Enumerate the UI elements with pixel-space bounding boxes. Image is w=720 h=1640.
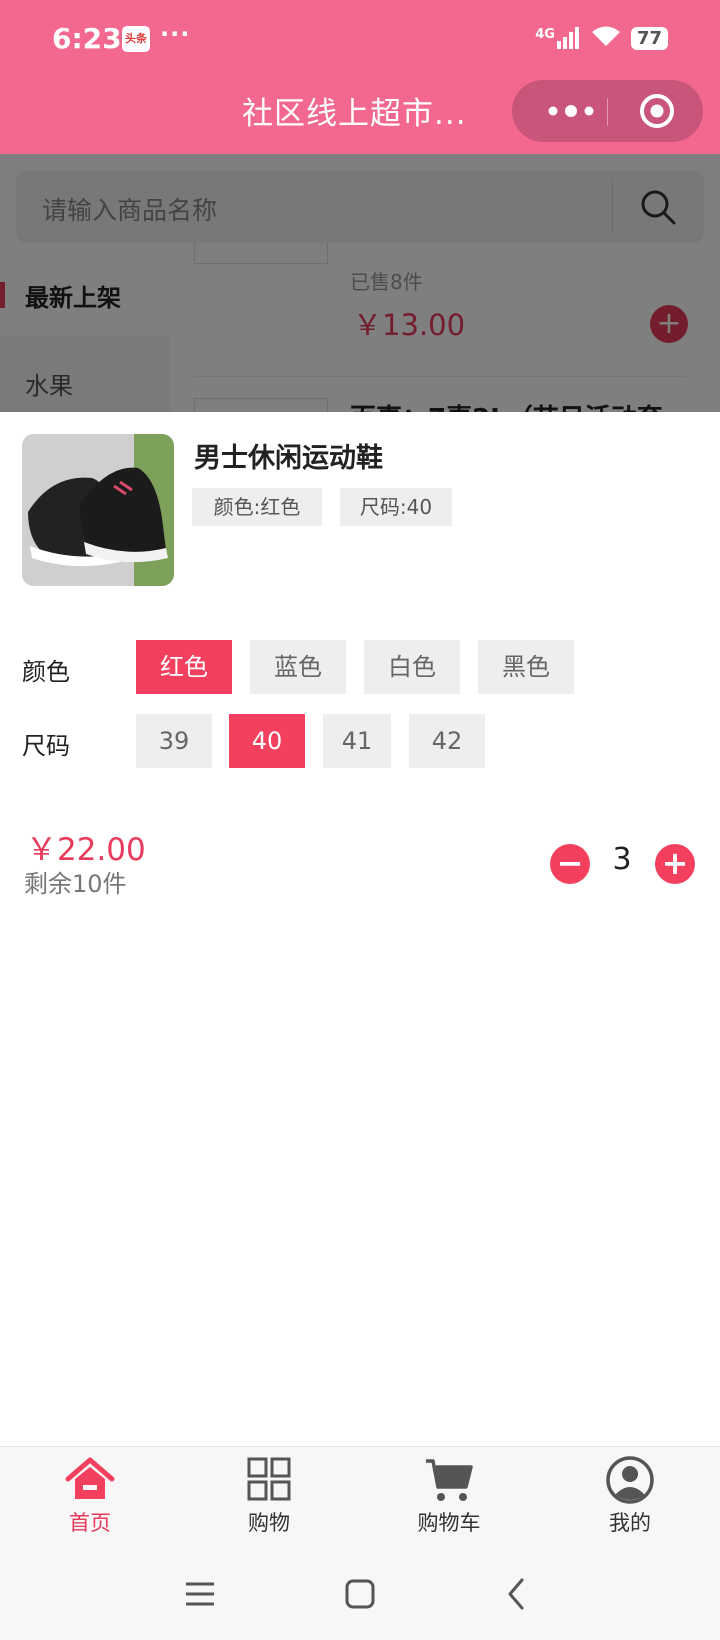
color-option-blue[interactable]: 蓝色	[250, 640, 346, 694]
user-icon	[605, 1455, 655, 1505]
top-bar: 6:23 头条 ··· 4G 77 社区线上超市...	[0, 0, 720, 154]
menu-icon[interactable]	[178, 1572, 222, 1616]
bottom-tab-bar: 首页 购物 购物车 我的	[0, 1446, 720, 1548]
tab-label: 购物车	[417, 1511, 481, 1535]
target-circle-icon[interactable]	[632, 80, 694, 142]
home-square-icon[interactable]	[338, 1572, 382, 1616]
home-icon	[65, 1455, 115, 1505]
capsule-divider	[607, 98, 608, 126]
tab-cart[interactable]: 购物车	[389, 1455, 509, 1537]
signal-icon: 4G	[535, 27, 581, 49]
color-option-red[interactable]: 红色	[136, 640, 232, 694]
stock-remaining: 剩余10件	[24, 870, 127, 898]
color-label: 颜色	[22, 658, 70, 686]
more-dots-icon[interactable]	[536, 80, 606, 142]
network-type: 4G	[535, 27, 555, 42]
grid-icon	[244, 1455, 294, 1505]
tab-mine[interactable]: 我的	[570, 1455, 690, 1537]
sku-price: ￥22.00	[26, 832, 146, 868]
mini-program-capsule	[512, 80, 703, 142]
status-indicators: 4G 77	[535, 24, 668, 52]
system-nav-bar	[0, 1548, 720, 1640]
color-option-white[interactable]: 白色	[364, 640, 460, 694]
tab-shopping[interactable]: 购物	[209, 1455, 329, 1537]
quantity-increase-button[interactable]: +	[655, 844, 695, 884]
modal-overlay[interactable]	[0, 154, 720, 412]
quantity-decrease-button[interactable]: −	[550, 844, 590, 884]
selected-color-chip: 颜色:红色	[192, 488, 322, 526]
size-option-42[interactable]: 42	[409, 714, 485, 768]
quantity-value[interactable]: 3	[596, 842, 648, 877]
tab-label: 我的	[609, 1511, 651, 1535]
size-option-39[interactable]: 39	[136, 714, 212, 768]
back-chevron-icon[interactable]	[496, 1572, 540, 1616]
status-time: 6:23	[52, 22, 122, 55]
page-title: 社区线上超市...	[242, 96, 467, 132]
size-option-40[interactable]: 40	[229, 714, 305, 768]
wifi-icon	[591, 24, 621, 52]
selected-size-chip: 尺码:40	[340, 488, 452, 526]
size-label: 尺码	[22, 732, 70, 760]
product-thumbnail	[22, 434, 174, 586]
size-option-41[interactable]: 41	[323, 714, 391, 768]
color-option-black[interactable]: 黑色	[478, 640, 574, 694]
sku-selector-sheet: 男士休闲运动鞋 颜色:红色 尺码:40 颜色 红色 蓝色 白色 黑色 尺码 39…	[0, 412, 720, 1446]
battery-icon: 77	[630, 26, 668, 50]
tab-label: 首页	[69, 1511, 111, 1535]
status-more-dots: ···	[160, 20, 191, 48]
toutiao-app-icon: 头条	[122, 26, 150, 52]
tab-home[interactable]: 首页	[30, 1455, 150, 1537]
tab-label: 购物	[248, 1511, 290, 1535]
cart-icon	[424, 1455, 474, 1505]
product-name: 男士休闲运动鞋	[194, 443, 383, 474]
